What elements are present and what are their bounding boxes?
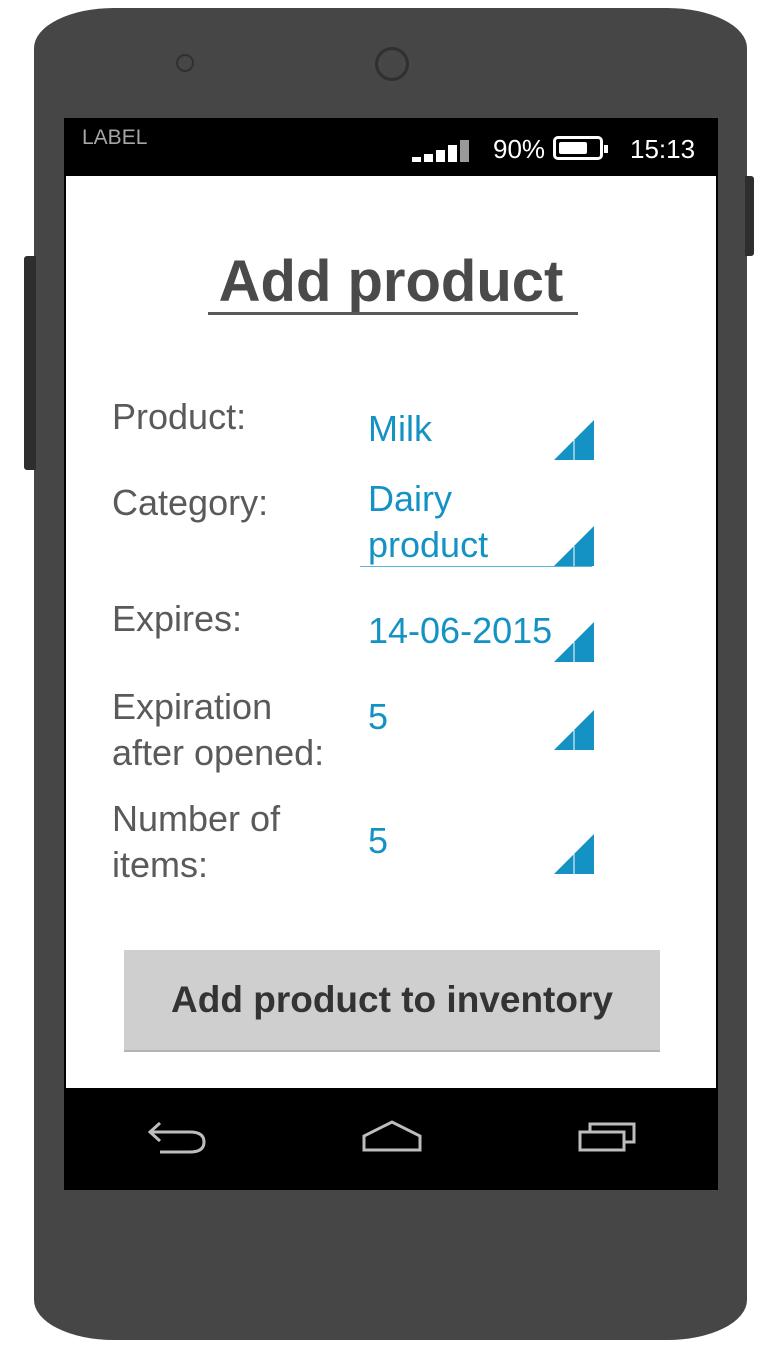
product-label: Product: — [112, 396, 247, 437]
status-bar: LABEL 90% 15:13 — [66, 120, 716, 176]
expiration-after-opened-dropdown-icon[interactable] — [554, 710, 594, 750]
expires-label: Expires: — [112, 598, 243, 639]
expiration-after-opened-label-line2: after opened: — [112, 732, 325, 773]
recent-apps-icon[interactable] — [576, 1118, 640, 1156]
category-underline — [360, 566, 592, 567]
category-value-line2[interactable]: product — [368, 522, 488, 568]
number-of-items-value[interactable]: 5 — [368, 818, 388, 864]
battery-icon — [553, 136, 608, 160]
screen: LABEL 90% 15:13 Add product Product: Mil… — [64, 118, 718, 1190]
home-icon[interactable] — [360, 1118, 424, 1156]
number-of-items-label-line1: Number of — [112, 798, 281, 839]
expires-value[interactable]: 14-06-2015 — [368, 608, 552, 654]
proximity-sensor — [176, 54, 194, 72]
category-dropdown-icon[interactable] — [554, 526, 594, 566]
page-title: Add product — [218, 249, 564, 314]
number-of-items-label-line2: items: — [112, 844, 209, 885]
number-of-items-dropdown-icon[interactable] — [554, 834, 594, 874]
product-value[interactable]: Milk — [368, 406, 432, 452]
volume-button — [24, 256, 36, 470]
navigation-bar — [66, 1088, 716, 1188]
product-dropdown-icon[interactable] — [554, 420, 594, 460]
expiration-after-opened-value[interactable]: 5 — [368, 694, 388, 740]
category-value-line1[interactable]: Dairy — [368, 476, 452, 522]
back-icon[interactable] — [146, 1118, 208, 1156]
add-product-to-inventory-button[interactable]: Add product to inventory — [124, 950, 660, 1052]
signal-icon — [412, 138, 472, 162]
status-time: 15:13 — [630, 134, 696, 164]
category-label: Category: — [112, 482, 269, 523]
title-underline — [208, 312, 578, 315]
status-label: LABEL — [82, 126, 148, 149]
power-button — [745, 176, 754, 256]
front-camera — [375, 47, 409, 81]
battery-percent: 90% — [493, 134, 546, 164]
expiration-after-opened-label-line1: Expiration — [112, 686, 273, 727]
expires-dropdown-icon[interactable] — [554, 622, 594, 662]
